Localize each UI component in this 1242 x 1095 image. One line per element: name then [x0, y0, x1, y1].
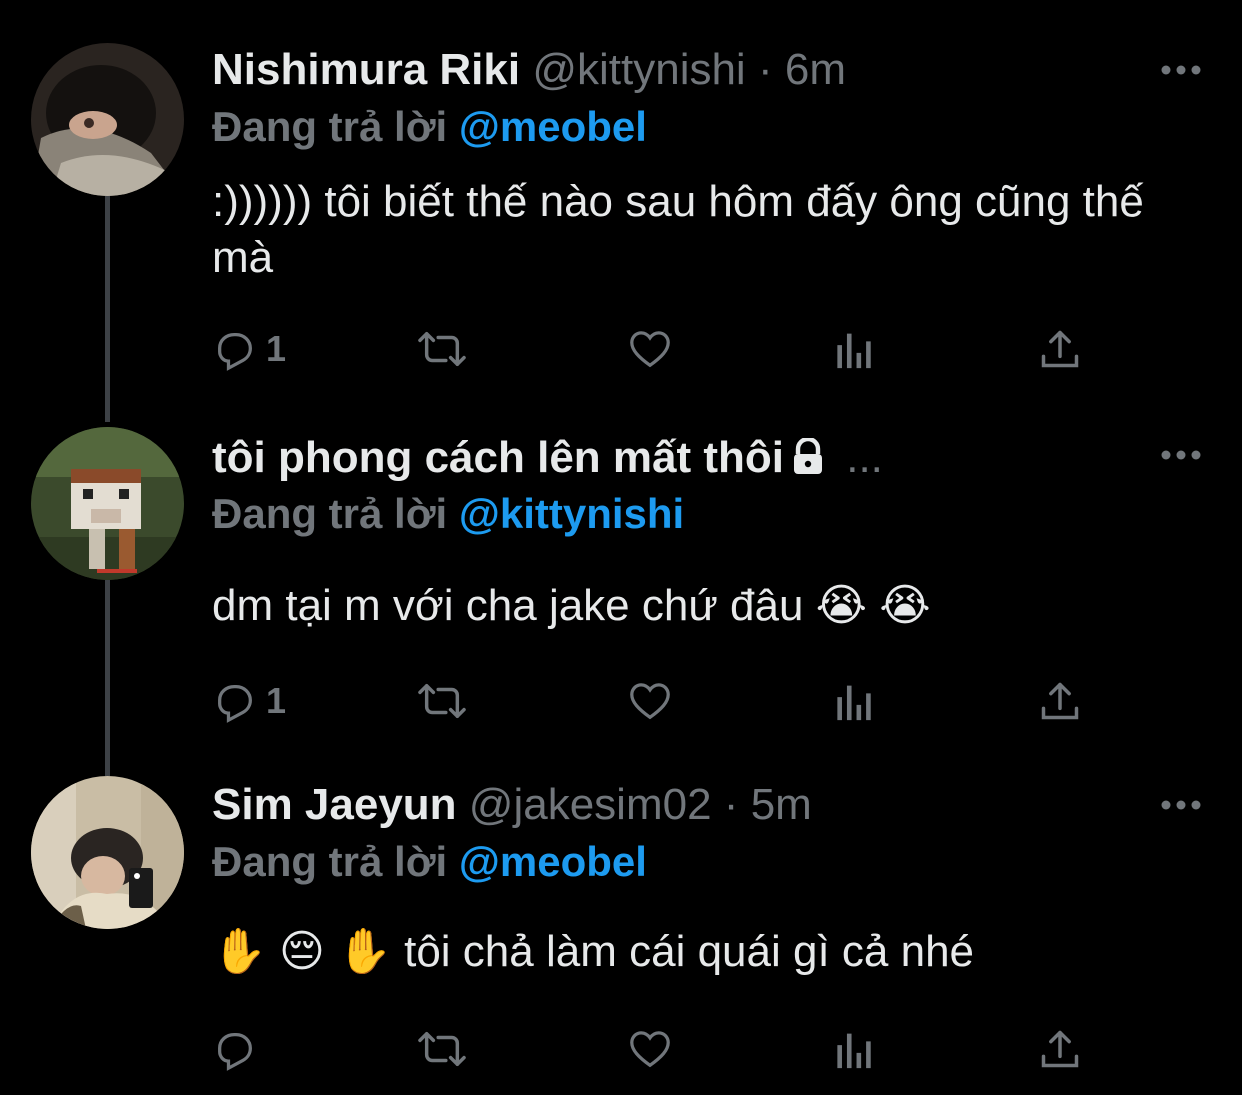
mention-link[interactable]: @meobel — [459, 103, 647, 150]
reply-icon — [218, 1032, 252, 1071]
display-name[interactable]: tôi phong cách lên mất thôi — [212, 433, 784, 482]
tweet-text: :)))))) tôi biết thế nào sau hôm đấy ông… — [212, 177, 1144, 282]
mention-link[interactable]: @kittynishi — [459, 490, 684, 537]
retweet-button[interactable] — [417, 677, 467, 725]
tweet[interactable]: tôi phong cách lên mất thôi ... Đang trả… — [0, 400, 1242, 770]
user-handle[interactable]: ... — [846, 433, 883, 482]
tweet[interactable]: Nishimura Riki @kittynishi · 6m Đang trả… — [0, 0, 1242, 400]
like-button[interactable] — [626, 677, 674, 725]
tweet-actions — [212, 1025, 1092, 1073]
user-handle[interactable]: @jakesim02 — [469, 780, 712, 829]
avatar[interactable] — [31, 427, 184, 580]
heart-icon — [630, 1031, 670, 1068]
reply-icon — [218, 332, 252, 371]
user-handle[interactable]: @kittynishi — [532, 45, 745, 94]
analytics-button[interactable] — [834, 325, 876, 373]
retweet-icon — [418, 1031, 466, 1067]
reply-icon — [218, 684, 252, 723]
reply-button[interactable]: 1 — [212, 677, 286, 725]
analytics-icon — [837, 685, 871, 721]
separator-dot: · — [757, 45, 773, 94]
timestamp[interactable]: 6m — [785, 45, 846, 94]
more-icon[interactable] — [1160, 63, 1202, 77]
avatar[interactable] — [31, 776, 184, 929]
retweet-button[interactable] — [417, 1025, 467, 1073]
tweet-text: dm tại m với cha jake chứ đâu 😭 😭 — [212, 581, 931, 630]
share-icon — [1041, 1030, 1079, 1068]
replying-to-label: Đang trả lời — [212, 838, 448, 885]
share-button[interactable] — [1038, 325, 1082, 373]
share-button[interactable] — [1038, 1025, 1082, 1073]
analytics-icon — [837, 1033, 871, 1069]
retweet-icon — [418, 331, 466, 367]
tweet-actions: 1 — [212, 325, 1092, 373]
share-icon — [1041, 330, 1079, 368]
like-button[interactable] — [626, 1025, 674, 1073]
analytics-button[interactable] — [834, 677, 876, 725]
tweet-text: ✋ 😔 ✋ tôi chả làm cái quái gì cả nhé — [212, 927, 975, 976]
mention-link[interactable]: @meobel — [459, 838, 647, 885]
heart-icon — [630, 683, 670, 720]
share-button[interactable] — [1038, 677, 1082, 725]
heart-icon — [630, 331, 670, 368]
separator-dot: · — [723, 780, 739, 829]
replying-to-label: Đang trả lời — [212, 103, 448, 150]
tweet[interactable]: Sim Jaeyun @jakesim02 · 5m Đang trả lời … — [0, 770, 1242, 1095]
reply-count: 1 — [266, 328, 287, 369]
share-icon — [1041, 682, 1079, 720]
display-name[interactable]: Nishimura Riki — [212, 45, 520, 94]
replying-to-label: Đang trả lời — [212, 490, 448, 537]
lock-icon — [792, 438, 824, 476]
more-icon[interactable] — [1160, 798, 1202, 812]
like-button[interactable] — [626, 325, 674, 373]
display-name[interactable]: Sim Jaeyun — [212, 780, 457, 829]
reply-count: 1 — [266, 680, 287, 721]
timestamp[interactable]: 5m — [751, 780, 812, 829]
avatar[interactable] — [31, 43, 184, 196]
reply-button[interactable] — [212, 1025, 266, 1073]
tweet-actions: 1 — [212, 677, 1092, 725]
analytics-button[interactable] — [834, 1025, 876, 1073]
reply-button[interactable]: 1 — [212, 325, 286, 373]
analytics-icon — [837, 333, 871, 369]
more-icon[interactable] — [1160, 448, 1202, 462]
retweet-icon — [418, 683, 466, 719]
retweet-button[interactable] — [417, 325, 467, 373]
